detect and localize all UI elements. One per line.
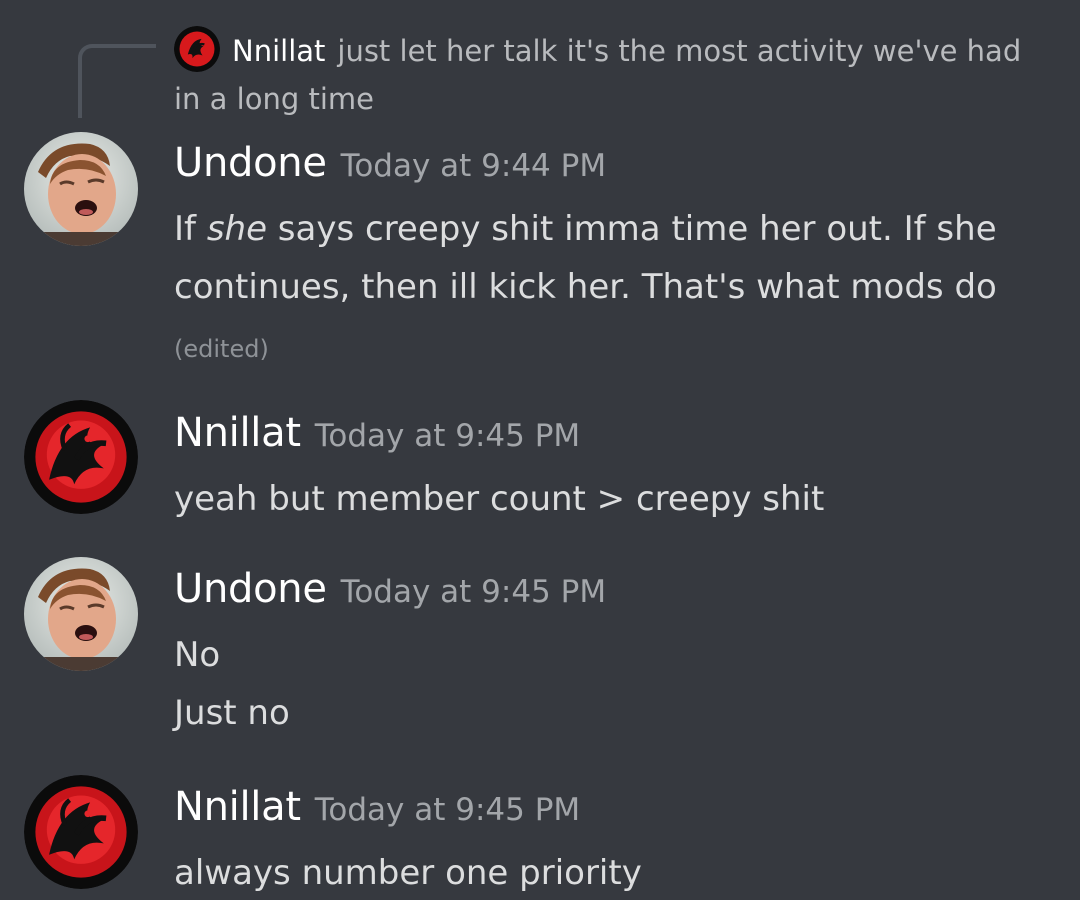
username[interactable]: Undone (174, 566, 327, 612)
message-header: Nnillat Today at 9:45 PM (174, 410, 580, 456)
timestamp: Today at 9:45 PM (340, 574, 607, 610)
avatar-nnillat-sigil-icon[interactable] (24, 400, 138, 514)
message-text-part: If (174, 209, 207, 249)
message-line: No (174, 635, 221, 675)
message-text-part: says creepy shit imma time her out. If s… (174, 209, 997, 307)
username[interactable]: Nnillat (174, 784, 301, 830)
avatar-undone[interactable] (24, 132, 138, 246)
reply-avatar-sigil-icon[interactable] (174, 26, 220, 72)
avatar-nnillat-sigil-icon[interactable] (24, 775, 138, 889)
username[interactable]: Nnillat (174, 410, 301, 456)
reply-author[interactable]: Nnillat (232, 34, 325, 68)
message-header: Undone Today at 9:44 PM (174, 140, 606, 186)
timestamp: Today at 9:44 PM (340, 148, 607, 184)
message-line: Just no (174, 693, 290, 733)
message-content: always number one priority (174, 844, 1054, 900)
reply-spine (78, 44, 156, 118)
message-text-emphasis: she (206, 209, 267, 249)
message-content: yeah but member count > creepy shit (174, 470, 1054, 528)
avatar-undone[interactable] (24, 557, 138, 671)
edited-tag: (edited) (174, 335, 269, 363)
message-line: yeah but member count > creepy shit (174, 479, 825, 519)
chat-messages: Nnillat just let her talk it's the most a… (0, 0, 1080, 900)
timestamp: Today at 9:45 PM (314, 418, 581, 454)
message-content: No Just no (174, 626, 1054, 742)
username[interactable]: Undone (174, 140, 327, 186)
timestamp: Today at 9:45 PM (314, 792, 581, 828)
message-content: If she says creepy shit imma time her ou… (174, 200, 1054, 382)
message-header: Undone Today at 9:45 PM (174, 566, 606, 612)
reply-reference[interactable]: Nnillat just let her talk it's the most a… (174, 26, 1054, 123)
message-line: always number one priority (174, 853, 642, 893)
message-header: Nnillat Today at 9:45 PM (174, 784, 580, 830)
